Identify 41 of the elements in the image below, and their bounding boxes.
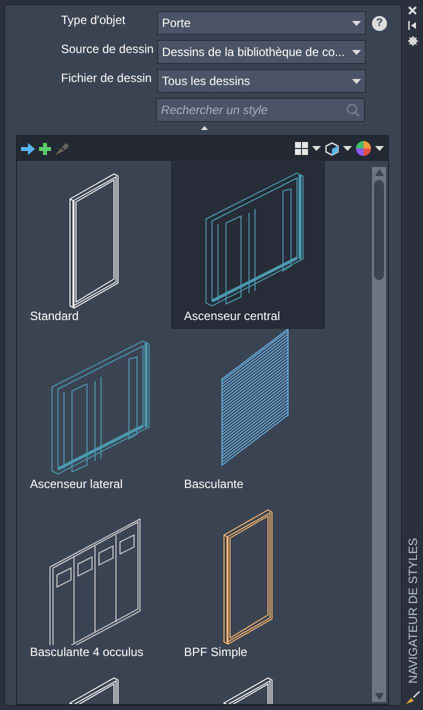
pin-icon[interactable] (408, 21, 417, 30)
plus-icon[interactable] (39, 142, 51, 154)
style-name: Standard (29, 309, 80, 323)
style-name: Ascenseur lateral (29, 477, 124, 491)
scroll-thumb[interactable] (374, 180, 384, 280)
style-tile[interactable]: Basculante (171, 329, 325, 497)
close-icon[interactable] (408, 6, 417, 15)
search-icon (346, 103, 360, 117)
arrow-icon[interactable] (21, 142, 35, 154)
style-name: Basculante 4 occulus (29, 645, 144, 659)
style-name: BPF Simple (183, 645, 248, 659)
style-tile[interactable]: Ascenseur central (171, 161, 325, 329)
dropdown[interactable]: Dessins de la bibliothèque de co... (157, 40, 366, 64)
caret-icon (375, 146, 384, 151)
style-tile[interactable]: BPF Simple (171, 497, 325, 665)
style-name: Ascenseur central (183, 309, 282, 323)
help-button[interactable]: ? (372, 16, 387, 30)
brush-icon[interactable] (406, 690, 420, 704)
dropdown[interactable]: Porte (157, 11, 366, 35)
style-tile[interactable]: Basculante 4 occulus (17, 497, 171, 665)
style-name: Basculante (183, 477, 244, 491)
field-label: Fichier de dessin (61, 71, 153, 85)
search-field[interactable]: Rechercher un style (156, 98, 365, 122)
caret-icon (352, 50, 361, 54)
style-tile[interactable]: Ascenseur lateral (17, 329, 171, 497)
settings-icon[interactable] (408, 36, 418, 46)
caret-icon (312, 146, 321, 151)
panel-title: NAVIGATEUR DE STYLES (406, 538, 420, 684)
dropdown[interactable]: Tous les dessins (157, 69, 366, 93)
collapse-icon[interactable] (201, 126, 208, 130)
scrollbar[interactable] (372, 167, 386, 702)
search-input[interactable]: Rechercher un style (161, 103, 346, 117)
caret-icon (352, 20, 361, 26)
field-label: Type d'objet (61, 13, 126, 27)
caret-icon (352, 78, 361, 84)
caret-icon (343, 146, 352, 151)
grid-view-icon[interactable] (295, 142, 308, 155)
cube-icon[interactable] (325, 142, 339, 156)
color-wheel-icon[interactable] (356, 141, 371, 156)
style-tile[interactable]: Standard (17, 161, 171, 329)
field-label: Source de dessin (61, 42, 155, 56)
